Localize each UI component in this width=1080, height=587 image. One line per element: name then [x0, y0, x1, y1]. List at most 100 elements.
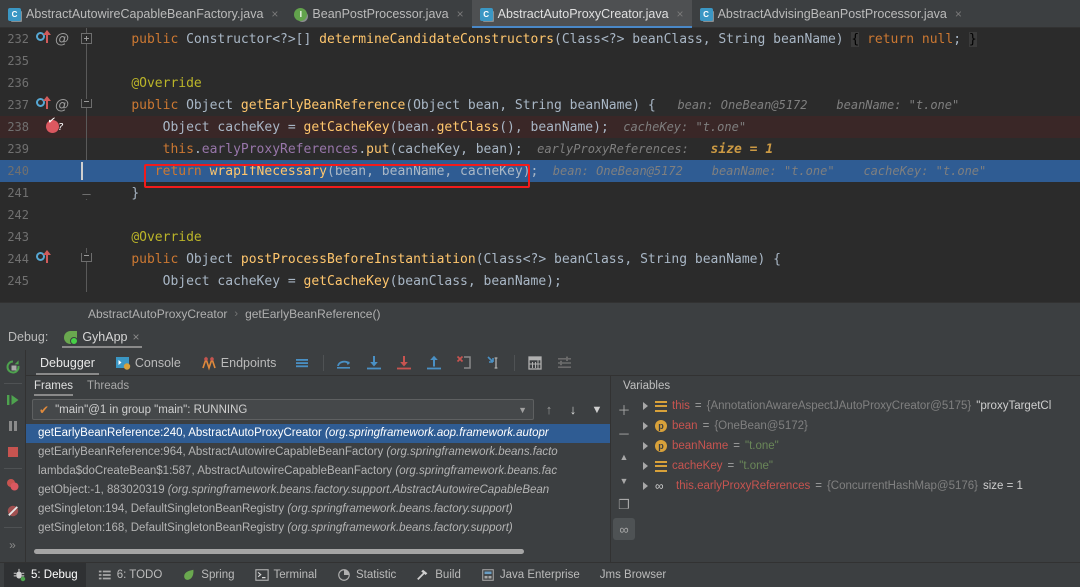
- tab-frames[interactable]: Frames: [34, 376, 73, 396]
- editor-tab-1[interactable]: BeanPostProcessor.java ×: [286, 0, 471, 28]
- tab-endpoints[interactable]: Endpoints: [191, 350, 287, 376]
- gutter-icons[interactable]: [34, 248, 80, 270]
- close-icon[interactable]: ×: [132, 330, 139, 344]
- variables-tree[interactable]: this = {AnnotationAwareAspectJAutoProxyC…: [637, 396, 1080, 562]
- expand-triangle-icon[interactable]: [643, 402, 648, 410]
- editor-line[interactable]: 241 }: [0, 182, 1080, 204]
- gutter-icons[interactable]: [34, 226, 80, 248]
- frame-list-item[interactable]: getObject:-1, 883020319 (org.springframe…: [26, 481, 610, 500]
- fold-collapse-icon[interactable]: [81, 253, 92, 262]
- add-watch-button[interactable]: ＋: [613, 398, 635, 420]
- gutter-icons[interactable]: [34, 50, 80, 72]
- frame-list-item[interactable]: getSingleton:168, DefaultSingletonBeanRe…: [26, 519, 610, 538]
- fold-end-icon[interactable]: [82, 194, 91, 200]
- fold-collapse-icon[interactable]: [81, 99, 92, 108]
- breadcrumb-class[interactable]: AbstractAutoProxyCreator: [88, 307, 227, 321]
- move-watch-down-button[interactable]: ▼: [613, 470, 635, 492]
- editor-line-current[interactable]: 240 return wrapIfNecessary(bean, beanNam…: [0, 160, 1080, 182]
- editor-line[interactable]: 238 ? Object cacheKey = getCacheKey(bean…: [0, 115, 1080, 138]
- step-into-button[interactable]: [359, 350, 389, 376]
- chevron-down-icon[interactable]: ▼: [518, 405, 527, 415]
- editor-line[interactable]: 242: [0, 204, 1080, 226]
- status-item-todo[interactable]: 6: TODO: [90, 563, 171, 587]
- frame-down-button[interactable]: ↓: [564, 402, 582, 417]
- mute-breakpoints-button[interactable]: [1, 498, 25, 524]
- stop-button[interactable]: [1, 439, 25, 465]
- resume-button[interactable]: [1, 387, 25, 413]
- fold-gutter[interactable]: [80, 28, 94, 50]
- gutter-icons[interactable]: [34, 204, 80, 226]
- step-out-button[interactable]: [419, 350, 449, 376]
- close-icon[interactable]: ×: [677, 7, 684, 21]
- fold-gutter[interactable]: [80, 270, 94, 292]
- gutter-icons[interactable]: [34, 72, 80, 94]
- variable-row[interactable]: cacheKey = "t.one": [637, 456, 1080, 476]
- rerun-button[interactable]: [1, 354, 25, 380]
- code-editor[interactable]: 232 @ public Constructor<?>[] determineC…: [0, 28, 1080, 302]
- editor-line[interactable]: 239 this.earlyProxyReferences.put(cacheK…: [0, 138, 1080, 160]
- variable-row[interactable]: p beanName = "t.one": [637, 436, 1080, 456]
- fold-expand-icon[interactable]: [81, 33, 92, 44]
- editor-line[interactable]: 245 Object cacheKey = getCacheKey(beanCl…: [0, 270, 1080, 292]
- copy-value-button[interactable]: ❐: [613, 494, 635, 516]
- step-over-button[interactable]: [329, 350, 359, 376]
- tab-debugger[interactable]: Debugger: [30, 350, 105, 376]
- remove-watch-button[interactable]: －: [613, 422, 635, 444]
- move-watch-up-button[interactable]: ▲: [613, 446, 635, 468]
- gutter-icons[interactable]: [34, 182, 80, 204]
- fold-gutter[interactable]: [80, 226, 94, 248]
- pause-button[interactable]: [1, 413, 25, 439]
- close-icon[interactable]: ×: [955, 7, 962, 21]
- status-item-java-enterprise[interactable]: Java Enterprise: [473, 563, 588, 587]
- frame-list-item[interactable]: lambda$doCreateBean$1:587, AbstractAutow…: [26, 462, 610, 481]
- fold-gutter[interactable]: [80, 138, 94, 160]
- tab-threads[interactable]: Threads: [87, 376, 129, 396]
- status-item-statistic[interactable]: Statistic: [329, 563, 404, 587]
- expand-triangle-icon[interactable]: [643, 422, 648, 430]
- gutter-icons[interactable]: [34, 270, 80, 292]
- status-item-terminal[interactable]: Terminal: [247, 563, 325, 587]
- close-icon[interactable]: ×: [457, 7, 464, 21]
- fold-gutter[interactable]: [80, 204, 94, 226]
- run-to-cursor-button[interactable]: [479, 350, 509, 376]
- fold-gutter[interactable]: [80, 72, 94, 94]
- editor-tab-2[interactable]: AbstractAutoProxyCreator.java ×: [471, 0, 692, 28]
- drop-frame-button[interactable]: [449, 350, 479, 376]
- variable-row[interactable]: p bean = {OneBean@5172}: [637, 416, 1080, 436]
- fold-gutter[interactable]: [80, 248, 94, 270]
- frame-up-button[interactable]: ↑: [540, 402, 558, 417]
- expand-triangle-icon[interactable]: [643, 482, 648, 490]
- close-icon[interactable]: ×: [271, 7, 278, 21]
- view-breakpoints-button[interactable]: [1, 472, 25, 498]
- gutter-icons[interactable]: @: [34, 94, 80, 116]
- gutter-icons[interactable]: [34, 160, 80, 182]
- evaluate-expression-button[interactable]: [520, 350, 550, 376]
- status-item-spring[interactable]: Spring: [174, 563, 242, 587]
- frame-list-item[interactable]: getSingleton:194, DefaultSingletonBeanRe…: [26, 500, 610, 519]
- toggle-watches-button[interactable]: ∞: [613, 518, 635, 540]
- horizontal-scrollbar[interactable]: [34, 549, 524, 554]
- settings-button[interactable]: [550, 350, 580, 376]
- fold-gutter[interactable]: [80, 94, 94, 116]
- editor-tab-0[interactable]: AbstractAutowireCapableBeanFactory.java …: [0, 0, 286, 28]
- status-item-build[interactable]: Build: [408, 563, 469, 587]
- breadcrumb-method[interactable]: getEarlyBeanReference(): [245, 307, 380, 321]
- editor-line[interactable]: 232 @ public Constructor<?>[] determineC…: [0, 28, 1080, 50]
- gutter-icons[interactable]: ?: [34, 115, 80, 138]
- fold-gutter[interactable]: [80, 116, 94, 138]
- layout-settings-button[interactable]: [286, 350, 318, 376]
- frame-list-item[interactable]: getEarlyBeanReference:964, AbstractAutow…: [26, 443, 610, 462]
- editor-line[interactable]: 235: [0, 50, 1080, 72]
- status-item-jms-browser[interactable]: Jms Browser: [592, 563, 674, 587]
- variable-row[interactable]: ∞ this.earlyProxyReferences = {Concurren…: [637, 476, 1080, 496]
- fold-gutter[interactable]: [80, 50, 94, 72]
- frame-list-item[interactable]: getEarlyBeanReference:240, AbstractAutoP…: [26, 424, 610, 443]
- editor-line[interactable]: 237 @ public Object getEarlyBeanReferenc…: [0, 94, 1080, 116]
- editor-tab-3[interactable]: AbstractAdvisingBeanPostProcessor.java ×: [692, 0, 970, 28]
- thread-selector[interactable]: ✔ "main"@1 in group "main": RUNNING ▼: [32, 399, 534, 420]
- status-item-debug[interactable]: 5: Debug: [4, 562, 86, 587]
- debug-session-tab[interactable]: GyhApp ×: [58, 324, 145, 350]
- breadcrumb[interactable]: AbstractAutoProxyCreator › getEarlyBeanR…: [0, 302, 1080, 324]
- expand-triangle-icon[interactable]: [643, 462, 648, 470]
- variable-row[interactable]: this = {AnnotationAwareAspectJAutoProxyC…: [637, 396, 1080, 416]
